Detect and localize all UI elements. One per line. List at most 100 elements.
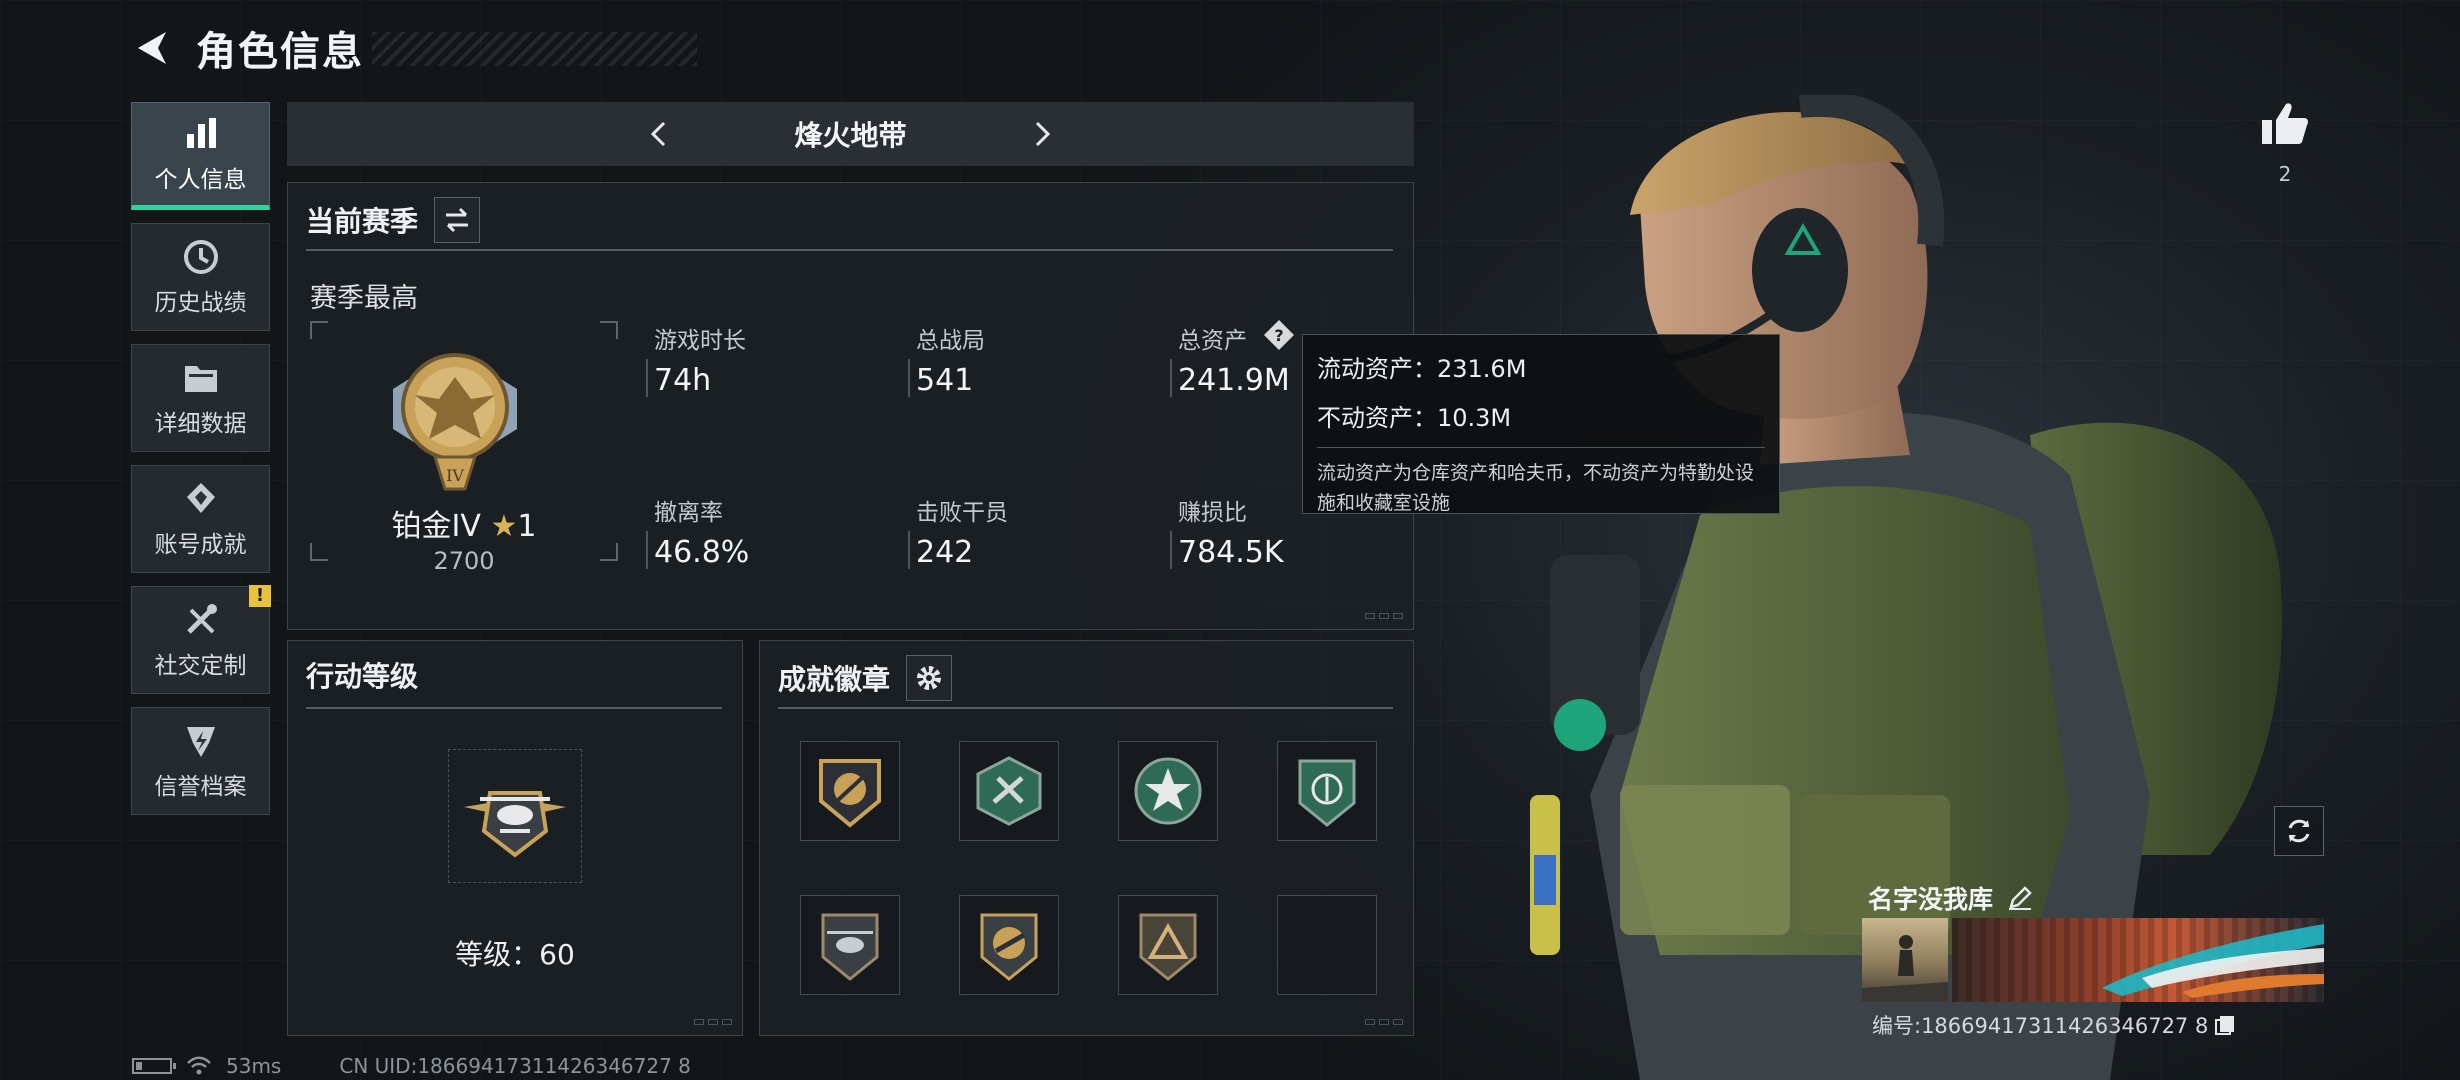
tooltip-fixed-assets: 不动资产：10.3M [1317,404,1512,432]
badge-settings-button[interactable] [906,655,953,701]
corner-decoration [1365,1019,1403,1025]
level-emblem [448,749,582,883]
battery-icon [132,1058,176,1074]
gear-icon [917,666,942,690]
sidebar-item-social[interactable]: 社交定制 ! [131,585,271,694]
tools-icon [186,604,217,634]
refresh-icon [2288,819,2310,843]
rank-score: 2700 [433,547,495,575]
helicopter-emblem-icon [464,791,566,858]
mode-navigation: 烽火地带 [287,102,1414,166]
badges-title: 成就徽章 [778,663,891,696]
chevron-left-icon[interactable] [644,119,674,149]
banner-feather-icon [2102,924,2324,998]
alert-badge: ! [249,585,271,607]
badges-panel: 成就徽章 [759,640,1414,1036]
status-footer: 53ms CN UID:18669417311426346727 8 [132,1054,691,1078]
stat-value: 74h [654,363,712,398]
badge-triangle-icon [1139,913,1197,981]
action-level-panel: 行动等级 等级：60 [287,640,743,1036]
player-name-row: 名字没我库 [1868,880,2033,916]
stat-value: 241.9M [1178,363,1290,398]
chevron-right-icon[interactable] [1027,119,1057,149]
stat-label: 游戏时长 [654,328,746,354]
badge-slot[interactable] [1118,895,1218,995]
player-card[interactable] [1862,918,2324,1002]
sidebar-item-label: 信誉档案 [154,774,247,800]
sidebar-item-history[interactable]: 历史战绩 [131,223,270,331]
badge-slot[interactable] [959,895,1059,995]
mode-title: 烽火地带 [794,119,907,152]
sidebar-item-detail-data[interactable]: 详细数据 [131,344,270,452]
stat-kills: 击败干员 242 [908,493,1008,570]
back-arrow-icon[interactable] [132,28,172,68]
action-level-value: 等级：60 [455,938,575,971]
badge-shield-green-icon [1298,759,1356,827]
player-banner [1952,918,2324,1002]
badge-hexagon-green-icon [976,756,1042,826]
reputation-icon [186,727,215,757]
stat-total-matches: 总战局 541 [908,321,985,398]
title-decoration [372,32,697,66]
badge-slot[interactable] [800,895,900,995]
achievement-icon [186,483,215,513]
page-header: 角色信息 [132,22,697,75]
corner-decoration [1365,613,1403,619]
badge-rifle-icon [980,913,1038,981]
rank-name: 铂金IV ★1 [310,501,618,545]
avatar-figure-icon [1862,935,1948,1002]
like-count: 2 [2278,162,2292,186]
stat-playtime: 游戏时长 74h [646,321,746,398]
player-id: 编号:18669417311426346727 8 [1872,1014,2209,1038]
badge-shield-gold-icon [819,759,881,828]
player-avatar [1862,918,1948,1002]
stat-profit-ratio: 赚损比 784.5K [1170,493,1284,570]
thumbs-up-icon [2262,103,2308,144]
badge-star-green-icon [1134,757,1202,825]
svg-text:?: ? [1274,326,1283,345]
sidebar-item-achievements[interactable]: 账号成就 [131,465,270,573]
season-title: 当前赛季 [306,205,419,238]
divider [778,707,1393,709]
help-icon[interactable]: ? [1262,318,1296,352]
player-name: 名字没我库 [1868,885,1994,914]
stat-extraction-rate: 撤离率 46.8% [646,493,749,570]
sidebar-item-label: 社交定制 [154,653,247,679]
rank-stars: 1 [517,509,537,544]
rank-emblem-icon: IV [393,353,517,491]
badge-slot[interactable] [1118,741,1218,841]
stat-label: 撤离率 [654,500,723,526]
sidebar: 个人信息 历史战绩 详细数据 账号成就 社交定制 ! 信誉档案 [131,102,271,828]
sidebar-item-label: 详细数据 [154,411,247,437]
history-icon [183,240,218,274]
badge-slot[interactable] [1277,741,1377,841]
assets-tooltip: 流动资产：231.6M 不动资产：10.3M 流动资产为仓库资产和哈夫币，不动资… [1302,334,1780,514]
wifi-icon [187,1056,211,1075]
badge-slot[interactable] [800,741,900,841]
tooltip-liquid-assets: 流动资产：231.6M [1317,355,1527,383]
stat-label: 击败干员 [916,500,1008,526]
tooltip-description: 流动资产为仓库资产和哈夫币，不动资产为特勤处设施和收藏室设施 [1317,462,1755,514]
sidebar-item-personal-info[interactable]: 个人信息 [131,102,270,210]
stat-value: 242 [916,535,974,570]
refresh-button[interactable] [2274,806,2324,856]
badge-slot-empty[interactable] [1277,895,1377,995]
switch-season-button[interactable] [434,197,481,243]
player-id-row: 编号:18669417311426346727 8 [1872,1010,2236,1040]
action-level-title: 行动等级 [306,660,419,693]
badge-slot[interactable] [959,741,1059,841]
season-panel: 当前赛季 赛季最高 IV 铂金IV ★1 2700 游戏时长 74h 总战局 5… [287,182,1414,630]
badge-helicopter-icon [821,913,879,981]
ping-value: 53ms [226,1054,282,1078]
sidebar-item-reputation[interactable]: 信誉档案 [131,707,270,815]
page-title: 角色信息 [196,29,364,75]
sidebar-item-label: 个人信息 [154,167,247,193]
like-box[interactable]: 2 [2260,100,2310,186]
divider [306,707,722,709]
stat-label: 总战局 [916,328,985,354]
sidebar-item-label: 账号成就 [154,532,247,558]
edit-icon[interactable] [2007,885,2033,911]
sidebar-item-label: 历史战绩 [154,290,247,316]
copy-icon[interactable] [2214,1014,2236,1036]
star-icon: ★ [490,509,518,544]
